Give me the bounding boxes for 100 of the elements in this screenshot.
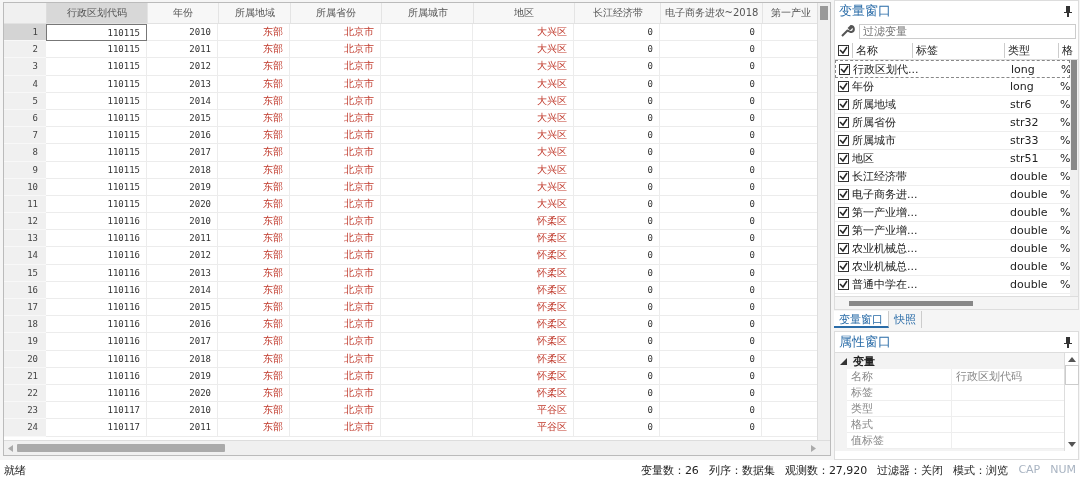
table-cell: 北京市: [290, 92, 381, 110]
table-cell: 北京市: [290, 195, 381, 214]
table-cell: 北京市: [290, 281, 381, 299]
column-header[interactable]: 年份: [148, 3, 219, 23]
column-header[interactable]: 格: [1058, 43, 1078, 58]
variable-row[interactable]: 第一产业增... double %: [835, 222, 1070, 240]
panel-tab[interactable]: 变量窗口: [834, 311, 889, 328]
table-cell: 北京市: [290, 247, 381, 265]
variable-name: 普通中学在...: [852, 277, 919, 292]
column-header[interactable]: 长江经济带: [575, 3, 661, 23]
checkbox[interactable]: [838, 153, 849, 164]
variable-row[interactable]: 农业机械总... double %: [835, 240, 1070, 258]
row-number[interactable]: 24: [4, 419, 46, 437]
checkbox[interactable]: [838, 99, 849, 110]
table-cell: 大兴区: [473, 75, 574, 93]
table-cell: 0: [574, 402, 660, 420]
table-cell: 110115: [46, 127, 147, 145]
table-cell: 东部: [218, 195, 290, 214]
variable-row[interactable]: 农业机械总... double %: [835, 258, 1070, 276]
row-number[interactable]: 13: [4, 230, 46, 248]
row-number[interactable]: 14: [4, 247, 46, 265]
column-header[interactable]: 标签: [912, 43, 1004, 58]
row-number[interactable]: 7: [4, 127, 46, 145]
variable-row[interactable]: 地区 str51 %: [835, 150, 1070, 168]
variable-format: %: [1060, 260, 1070, 273]
checkbox[interactable]: [838, 261, 849, 272]
column-header[interactable]: 行政区划代码: [47, 3, 148, 23]
table-cell: 110117: [46, 419, 147, 437]
variable-row[interactable]: 所属城市 str33 %: [835, 132, 1070, 150]
row-number[interactable]: 19: [4, 333, 46, 351]
group-label: 变量: [853, 353, 875, 369]
vertical-scrollbar[interactable]: [1064, 353, 1078, 451]
pin-icon[interactable]: [1064, 5, 1072, 17]
row-number[interactable]: 2: [4, 41, 46, 59]
column-header[interactable]: 地区: [474, 3, 575, 23]
status-item: 观测数：27,920: [784, 462, 868, 478]
column-header[interactable]: 电子商务进农~2018: [661, 3, 763, 23]
checkbox[interactable]: [838, 189, 849, 200]
row-number[interactable]: 23: [4, 402, 46, 420]
table-cell: 东部: [218, 75, 290, 93]
variable-type: str32: [1010, 116, 1040, 129]
table-cell: 110116: [46, 333, 147, 351]
table-cell: 怀柔区: [473, 281, 574, 299]
scroll-down-icon[interactable]: [1067, 442, 1076, 447]
row-number[interactable]: 17: [4, 299, 46, 317]
pin-icon[interactable]: [1064, 336, 1072, 348]
table-cell: 东部: [218, 316, 290, 334]
variable-row[interactable]: 所属省份 str32 %: [835, 114, 1070, 132]
variable-name: 第一产业增...: [852, 205, 919, 220]
table-cell: 2011: [147, 230, 218, 248]
property-name: 名称: [847, 369, 952, 384]
table-cell: 0: [574, 41, 660, 59]
checkbox[interactable]: [838, 243, 849, 254]
variable-row[interactable]: 电子商务进... double %: [835, 186, 1070, 204]
variable-row[interactable]: 年份 long %: [835, 78, 1070, 96]
table-cell: 0: [660, 161, 762, 179]
checkbox[interactable]: [839, 63, 850, 75]
checkbox[interactable]: [838, 81, 849, 92]
column-header[interactable]: 所属城市: [382, 3, 474, 23]
variable-row[interactable]: 普通中学在... double %: [835, 276, 1070, 294]
horizontal-scrollbar[interactable]: [835, 296, 1078, 309]
checkbox[interactable]: [838, 225, 849, 236]
column-header[interactable]: 名称: [852, 43, 912, 58]
scroll-up-icon[interactable]: [1067, 357, 1076, 362]
checkbox[interactable]: [838, 117, 849, 128]
column-header[interactable]: 类型: [1004, 43, 1058, 58]
variable-row[interactable]: 所属地域 str6 %: [835, 96, 1070, 114]
checkbox[interactable]: [838, 171, 849, 182]
variable-row[interactable]: 第一产业增... double %: [835, 204, 1070, 222]
table-cell: 0: [660, 299, 762, 317]
checkbox[interactable]: [838, 135, 849, 146]
variable-row[interactable]: 长江经济带 double %: [835, 168, 1070, 186]
filter-field[interactable]: 过滤变量: [859, 23, 1076, 39]
variable-name: 所属省份: [852, 115, 897, 130]
column-header[interactable]: 所属省份: [291, 3, 382, 23]
row-number[interactable]: 18: [4, 316, 46, 334]
collapse-icon[interactable]: [840, 357, 847, 365]
table-cell: 110115: [46, 161, 147, 179]
table-cell: 怀柔区: [473, 247, 574, 265]
panel-tab[interactable]: 快照: [889, 311, 922, 328]
checkbox[interactable]: [838, 45, 849, 56]
vertical-scrollbar[interactable]: [1070, 60, 1078, 296]
variable-format: %: [1060, 242, 1070, 255]
checkbox[interactable]: [838, 207, 849, 218]
table-cell: 东部: [218, 247, 290, 265]
table-cell: 东部: [218, 350, 290, 368]
variable-format: %: [1060, 170, 1070, 183]
row-number[interactable]: 12: [4, 213, 46, 231]
variable-type: str6: [1010, 98, 1033, 111]
vertical-scrollbar[interactable]: [817, 3, 830, 440]
scroll-thumb[interactable]: [1064, 365, 1079, 385]
row-number[interactable]: 3: [4, 58, 46, 76]
table-cell: 0: [660, 350, 762, 368]
checkbox[interactable]: [838, 279, 849, 290]
row-number[interactable]: 8: [4, 144, 46, 162]
column-header[interactable]: 所属地域: [219, 3, 291, 23]
table-cell: 2020: [147, 384, 218, 403]
variable-row[interactable]: 行政区划代... long %: [835, 60, 1070, 78]
variable-type: double: [1010, 224, 1049, 237]
row-number[interactable]: 1: [4, 24, 46, 42]
